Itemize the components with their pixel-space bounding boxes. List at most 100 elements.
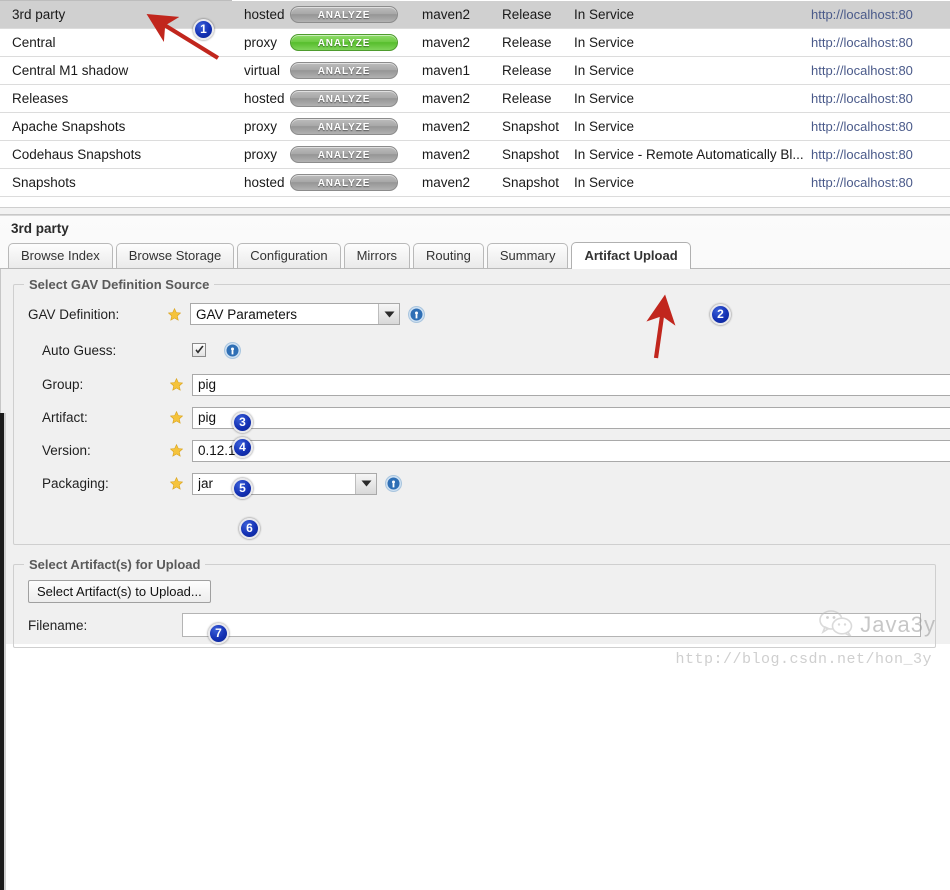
- table-row[interactable]: Apache Snapshots proxy ANALYZE maven2 Snapsh…: [0, 112, 950, 141]
- cell-status: In Service: [562, 56, 807, 85]
- cell-url: http://localhost:80: [807, 140, 950, 169]
- table-row[interactable]: Snapshots hosted ANALYZE maven2 Snapshot In S…: [0, 168, 950, 197]
- cell-policy: Release: [490, 28, 562, 57]
- group-row: Group:: [14, 368, 950, 401]
- cell-repository-type: proxy: [232, 28, 290, 57]
- cell-repository-type: hosted: [232, 84, 290, 113]
- tab-configuration[interactable]: Configuration: [237, 243, 341, 268]
- packaging-select[interactable]: [192, 472, 377, 495]
- cell-format: maven2: [410, 28, 490, 57]
- gav-definition-select-wrap[interactable]: [190, 303, 400, 325]
- upload-artifacts-group: Select Artifact(s) for Upload Select Art…: [13, 557, 936, 648]
- cell-action: ANALYZE: [290, 112, 410, 141]
- tab-browse-index[interactable]: Browse Index: [8, 243, 113, 268]
- cell-repository-name: Apache Snapshots: [0, 112, 232, 141]
- repository-url-link[interactable]: http://localhost:80: [811, 119, 913, 134]
- cell-status: In Service - Remote Automatically Bl...: [562, 140, 807, 169]
- group-label: Group:: [42, 377, 84, 392]
- cell-url: http://localhost:80: [807, 112, 950, 141]
- callout-badge-3: 3: [232, 412, 253, 433]
- packaging-label: Packaging:: [42, 476, 109, 491]
- cell-format: maven2: [410, 140, 490, 169]
- callout-badge-4: 4: [232, 437, 253, 458]
- select-artifacts-button[interactable]: Select Artifact(s) to Upload...: [28, 580, 211, 603]
- analyze-button[interactable]: ANALYZE: [290, 118, 398, 135]
- gav-definition-select[interactable]: [190, 303, 400, 325]
- filename-label: Filename:: [28, 617, 88, 633]
- tab-mirrors[interactable]: Mirrors: [343, 243, 411, 268]
- cell-format: maven2: [410, 0, 490, 29]
- cell-action: ANALYZE: [290, 140, 410, 169]
- packaging-select-wrap[interactable]: [192, 472, 377, 495]
- tab-browse-storage[interactable]: Browse Storage: [115, 243, 235, 268]
- required-star-icon: [169, 410, 184, 424]
- cell-repository-type: hosted: [232, 168, 290, 197]
- table-filler: [0, 197, 950, 208]
- help-icon[interactable]: [385, 475, 402, 492]
- required-star-icon: [169, 443, 184, 457]
- analyze-button[interactable]: ANALYZE: [290, 90, 398, 107]
- repository-url-link[interactable]: http://localhost:80: [811, 63, 913, 78]
- tab-artifact-upload[interactable]: Artifact Upload: [571, 242, 691, 269]
- cell-repository-type: hosted: [232, 0, 290, 29]
- cell-repository-type: virtual: [232, 56, 290, 85]
- table-row[interactable]: Codehaus Snapshots proxy ANALYZE maven2 Snap…: [0, 140, 950, 169]
- group-input[interactable]: [192, 373, 950, 396]
- required-star-icon: [169, 476, 184, 490]
- cell-format: maven1: [410, 56, 490, 85]
- tab-summary[interactable]: Summary: [486, 243, 569, 268]
- repository-url-link[interactable]: http://localhost:80: [811, 35, 913, 50]
- cell-status: In Service: [562, 112, 807, 141]
- repository-url-link[interactable]: http://localhost:80: [811, 7, 913, 22]
- analyze-button[interactable]: ANALYZE: [290, 5, 398, 23]
- table-row[interactable]: Central M1 shadow virtual ANALYZE maven1 Rel…: [0, 56, 950, 85]
- table-row[interactable]: Central proxy ANALYZE maven2 Release In Servi…: [0, 28, 950, 57]
- cell-format: maven2: [410, 168, 490, 197]
- artifact-input[interactable]: [192, 406, 950, 429]
- gav-definition-label: GAV Definition:: [28, 306, 120, 322]
- repository-url-link[interactable]: http://localhost:80: [811, 175, 913, 190]
- callout-badge-1: 1: [193, 19, 214, 40]
- watermark-url: http://blog.csdn.net/hon_3y: [675, 651, 932, 668]
- cell-policy: Snapshot: [490, 140, 562, 169]
- cell-status: In Service: [562, 84, 807, 113]
- repository-url-link[interactable]: http://localhost:80: [811, 147, 913, 162]
- cell-policy: Release: [490, 56, 562, 85]
- cell-status: In Service: [562, 0, 807, 29]
- chevron-down-icon[interactable]: [355, 473, 376, 494]
- auto-guess-label: Auto Guess:: [42, 342, 117, 358]
- panel-title: 3rd party: [11, 221, 69, 236]
- cell-format: maven2: [410, 84, 490, 113]
- repository-table[interactable]: 3rd party hosted ANALYZE maven2 Release In Se…: [0, 0, 950, 197]
- filename-field[interactable]: [182, 613, 921, 637]
- artifact-upload-tab-body: Select GAV Definition Source GAV Definit…: [0, 269, 950, 648]
- cell-policy: Release: [490, 0, 562, 29]
- cell-status: In Service: [562, 28, 807, 57]
- chevron-down-icon[interactable]: [378, 304, 399, 324]
- help-icon[interactable]: [224, 341, 241, 359]
- cell-action: ANALYZE: [290, 84, 410, 113]
- table-row[interactable]: Releases hosted ANALYZE maven2 Release In Ser…: [0, 84, 950, 113]
- help-icon[interactable]: [408, 305, 425, 323]
- gav-source-legend: Select GAV Definition Source: [29, 277, 210, 292]
- analyze-button[interactable]: ANALYZE: [290, 34, 398, 51]
- analyze-button[interactable]: ANALYZE: [290, 174, 398, 191]
- version-input[interactable]: [192, 439, 950, 462]
- tab-routing[interactable]: Routing: [413, 243, 484, 268]
- panel-gap: [0, 208, 950, 215]
- version-row: Version:: [14, 434, 950, 467]
- cell-action: ANALYZE: [290, 28, 410, 57]
- auto-guess-checkbox[interactable]: [192, 343, 206, 357]
- watermark: Java3y: [819, 610, 936, 640]
- cell-repository-type: proxy: [232, 140, 290, 169]
- tab-bar[interactable]: Browse Index Browse Storage Configuration M…: [0, 242, 950, 269]
- table-row[interactable]: 3rd party hosted ANALYZE maven2 Release In Se…: [0, 0, 950, 29]
- analyze-button[interactable]: ANALYZE: [290, 146, 398, 163]
- repository-url-link[interactable]: http://localhost:80: [811, 91, 913, 106]
- gav-source-group: Select GAV Definition Source GAV Definit…: [13, 277, 950, 545]
- cell-status: In Service: [562, 168, 807, 197]
- wechat-icon: [819, 610, 853, 640]
- window-left-border-inner: [4, 413, 6, 890]
- analyze-button[interactable]: ANALYZE: [290, 62, 398, 79]
- cell-repository-type: proxy: [232, 112, 290, 141]
